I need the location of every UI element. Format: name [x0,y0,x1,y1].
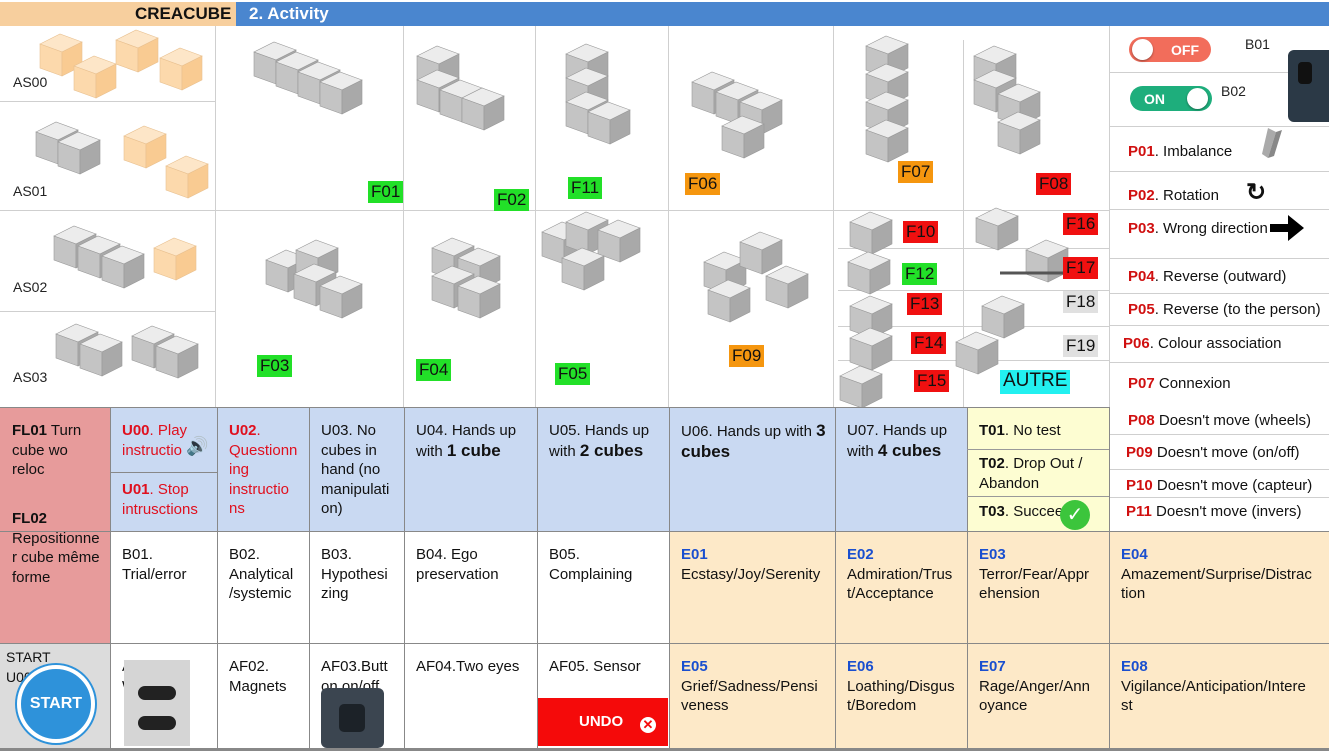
b02-label: B02 [1221,83,1246,99]
t01-cell[interactable]: T01. No test [967,407,1109,441]
t02-cell[interactable]: T02. Drop Out / Abandon [967,440,1109,493]
e05-cell[interactable]: E05 Grief/Sadness/Pensi veness [669,643,835,716]
device-image [1288,50,1329,122]
figure-f15[interactable]: F15 [914,370,950,392]
b02-cell[interactable]: B02. Analytical /systemic [217,531,309,604]
u03-cell[interactable]: U03. No cubes in hand (no manipulati on) [309,407,404,519]
e04-cell[interactable]: E04 Amazement/Surprise/Distrac tion [1109,531,1329,604]
check-icon: ✓ [1060,500,1090,530]
e02-cell[interactable]: E02 Admiration/Trus t/Acceptance [835,531,967,604]
section-title: 2. Activity [249,4,329,23]
e08-cell[interactable]: E08 Vigilance/Anticipation/Intere st [1109,643,1329,716]
brand-title: CREACUBE [135,4,232,23]
x-icon: ✕ [640,717,656,733]
b04-cell[interactable]: B04. Ego preservation [404,531,537,584]
figure-f04[interactable]: F04 [416,359,452,381]
u02-cell[interactable]: U02. Questionn ing instructio ns [217,407,309,519]
figure-autre[interactable]: AUTRE [1000,370,1071,394]
figure-f18[interactable]: F18 [1063,291,1099,313]
problem-p02[interactable]: P02. Rotation [1128,187,1219,204]
problem-p03[interactable]: P03. Wrong direction [1128,220,1268,237]
figure-f07[interactable]: F07 [898,161,934,183]
undo-button[interactable]: UNDO ✕ [538,698,668,746]
off-toggle[interactable]: OFF [1129,37,1211,62]
figure-f16[interactable]: F16 [1063,213,1099,235]
u05-cell[interactable]: U05. Hands up with 2 cubes [537,407,669,461]
u07-cell[interactable]: U07. Hands up with 4 cubes [835,407,967,461]
problem-p04[interactable]: P04. Reverse (outward) [1128,268,1286,285]
figure-f06[interactable]: F06 [685,173,721,195]
e01-cell[interactable]: E01 Ecstasy/Joy/Serenity [669,531,835,584]
wheels-image [124,660,190,746]
problem-p05[interactable]: P05. Reverse (to the person) [1128,301,1321,318]
figure-f14[interactable]: F14 [911,332,947,354]
u06-cell[interactable]: U06. Hands up with 3 cubes [669,407,835,462]
figure-f08[interactable]: F08 [1036,173,1072,195]
e07-cell[interactable]: E07 Rage/Anger/Ann oyance [967,643,1109,716]
figure-f09[interactable]: F09 [729,345,765,367]
problem-p08[interactable]: P08 Doesn't move (wheels) [1128,412,1311,429]
e03-cell[interactable]: E03 Terror/Fear/Appr ehension [967,531,1109,604]
u01-cell[interactable]: U01. Stop intrusctions [110,466,215,519]
speaker-icon[interactable]: 🔊 [186,436,208,457]
rotate-icon: ↻ [1246,179,1267,206]
figure-f05[interactable]: F05 [555,363,591,385]
b03-cell[interactable]: B03. Hypothesi zing [309,531,404,604]
u04-cell[interactable]: U04. Hands up with 1 cube [404,407,537,461]
start-button[interactable]: START [17,665,95,743]
figure-f11[interactable]: F11 [568,177,603,199]
problem-p06[interactable]: P06. Colour association [1123,335,1281,352]
af05-cell[interactable]: AF05. Sensor [537,643,669,677]
figure-f13[interactable]: F13 [907,293,943,315]
figure-f19[interactable]: F19 [1063,335,1099,357]
tilted-cube-icon [1262,128,1282,158]
b01-label: B01 [1245,36,1270,52]
problem-p09[interactable]: P09 Doesn't move (on/off) [1126,444,1300,461]
problem-p10[interactable]: P10 Doesn't move (capteur) [1126,477,1312,494]
problem-p07[interactable]: P07 Connexion [1128,375,1231,392]
fl02-cell[interactable]: FL02 Reposit­ionner cube même forme [0,495,110,587]
b01-cell[interactable]: B01. Trial/error [110,531,217,584]
on-toggle[interactable]: ON [1130,86,1212,111]
figure-f10[interactable]: F10 [903,221,939,243]
af04-cell[interactable]: AF04.Two eyes [404,643,537,677]
figure-f01[interactable]: F01 [368,181,404,203]
problem-p01[interactable]: P01. Imbalance [1128,143,1232,160]
figure-f03[interactable]: F03 [257,355,293,377]
problem-p11[interactable]: P11 Doesn't move (invers) [1126,503,1301,520]
af02-cell[interactable]: AF02. Magnets [217,643,309,696]
b05-cell[interactable]: B05. Complaining [537,531,669,584]
figure-f02[interactable]: F02 [494,189,530,211]
header-bar: CREACUBE 2. Activity [0,0,1329,26]
figure-f17[interactable]: F17 [1063,257,1099,279]
arrow-right-icon [1270,215,1304,241]
e06-cell[interactable]: E06 Loathing/Disgus t/Boredom [835,643,967,716]
fl01-cell[interactable]: FL01 Turn cube wo reloc [0,407,110,480]
button-image [321,688,384,748]
figure-f12[interactable]: F12 [902,263,938,285]
